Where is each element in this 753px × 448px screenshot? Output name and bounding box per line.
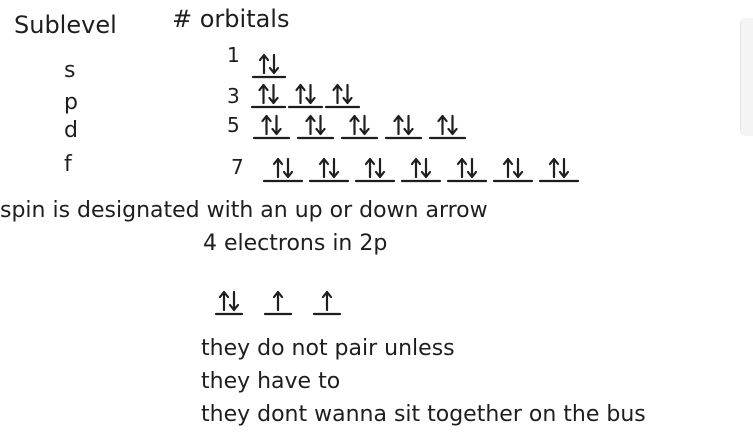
f-sublevel-up-arrow-5	[456, 157, 468, 179]
f-sublevel-up-arrow-3	[364, 157, 376, 179]
d-sublevel-down-arrow-5	[447, 114, 458, 136]
f-sublevel-down-arrow-2	[328, 157, 340, 179]
f-sublevel-up-arrow-2	[318, 157, 330, 179]
f-sublevel-down-arrow-6	[512, 157, 524, 179]
p-sublevel-down-arrow-3	[342, 83, 353, 105]
example-2p-up-arrow-3	[321, 290, 333, 312]
p-sublevel-up-arrow-1	[258, 83, 269, 105]
d-sublevel-up-arrow-4	[393, 114, 404, 136]
f-sublevel-up-arrow-1	[272, 157, 284, 179]
f-sublevel-down-arrow-1	[282, 157, 294, 179]
p-sublevel-up-arrow-3	[332, 83, 343, 105]
d-sublevel-up-arrow-1	[261, 114, 272, 136]
example-2p-up-arrow-1	[218, 290, 230, 312]
d-sublevel-up-arrow-5	[437, 114, 448, 136]
f-sublevel-down-arrow-5	[466, 157, 478, 179]
f-sublevel-down-arrow-7	[558, 157, 570, 179]
d-sublevel-down-arrow-3	[359, 114, 370, 136]
f-sublevel-up-arrow-4	[410, 157, 422, 179]
f-sublevel-up-arrow-6	[502, 157, 514, 179]
f-sublevel-down-arrow-3	[374, 157, 386, 179]
s-sublevel-up-arrow-1	[258, 53, 270, 75]
example-2p-up-arrow-2	[272, 290, 284, 312]
d-sublevel-up-arrow-3	[349, 114, 360, 136]
p-sublevel-down-arrow-1	[268, 83, 279, 105]
d-sublevel-down-arrow-2	[315, 114, 326, 136]
orbital-diagram	[214, 53, 580, 316]
s-sublevel-down-arrow-1	[268, 53, 280, 75]
d-sublevel-down-arrow-1	[271, 114, 282, 136]
example-2p-down-arrow-1	[228, 290, 240, 312]
p-sublevel-up-arrow-2	[295, 83, 306, 105]
d-sublevel-up-arrow-2	[305, 114, 316, 136]
p-sublevel-down-arrow-2	[305, 83, 316, 105]
f-sublevel-up-arrow-7	[548, 157, 560, 179]
d-sublevel-down-arrow-4	[403, 114, 414, 136]
f-sublevel-down-arrow-4	[420, 157, 432, 179]
